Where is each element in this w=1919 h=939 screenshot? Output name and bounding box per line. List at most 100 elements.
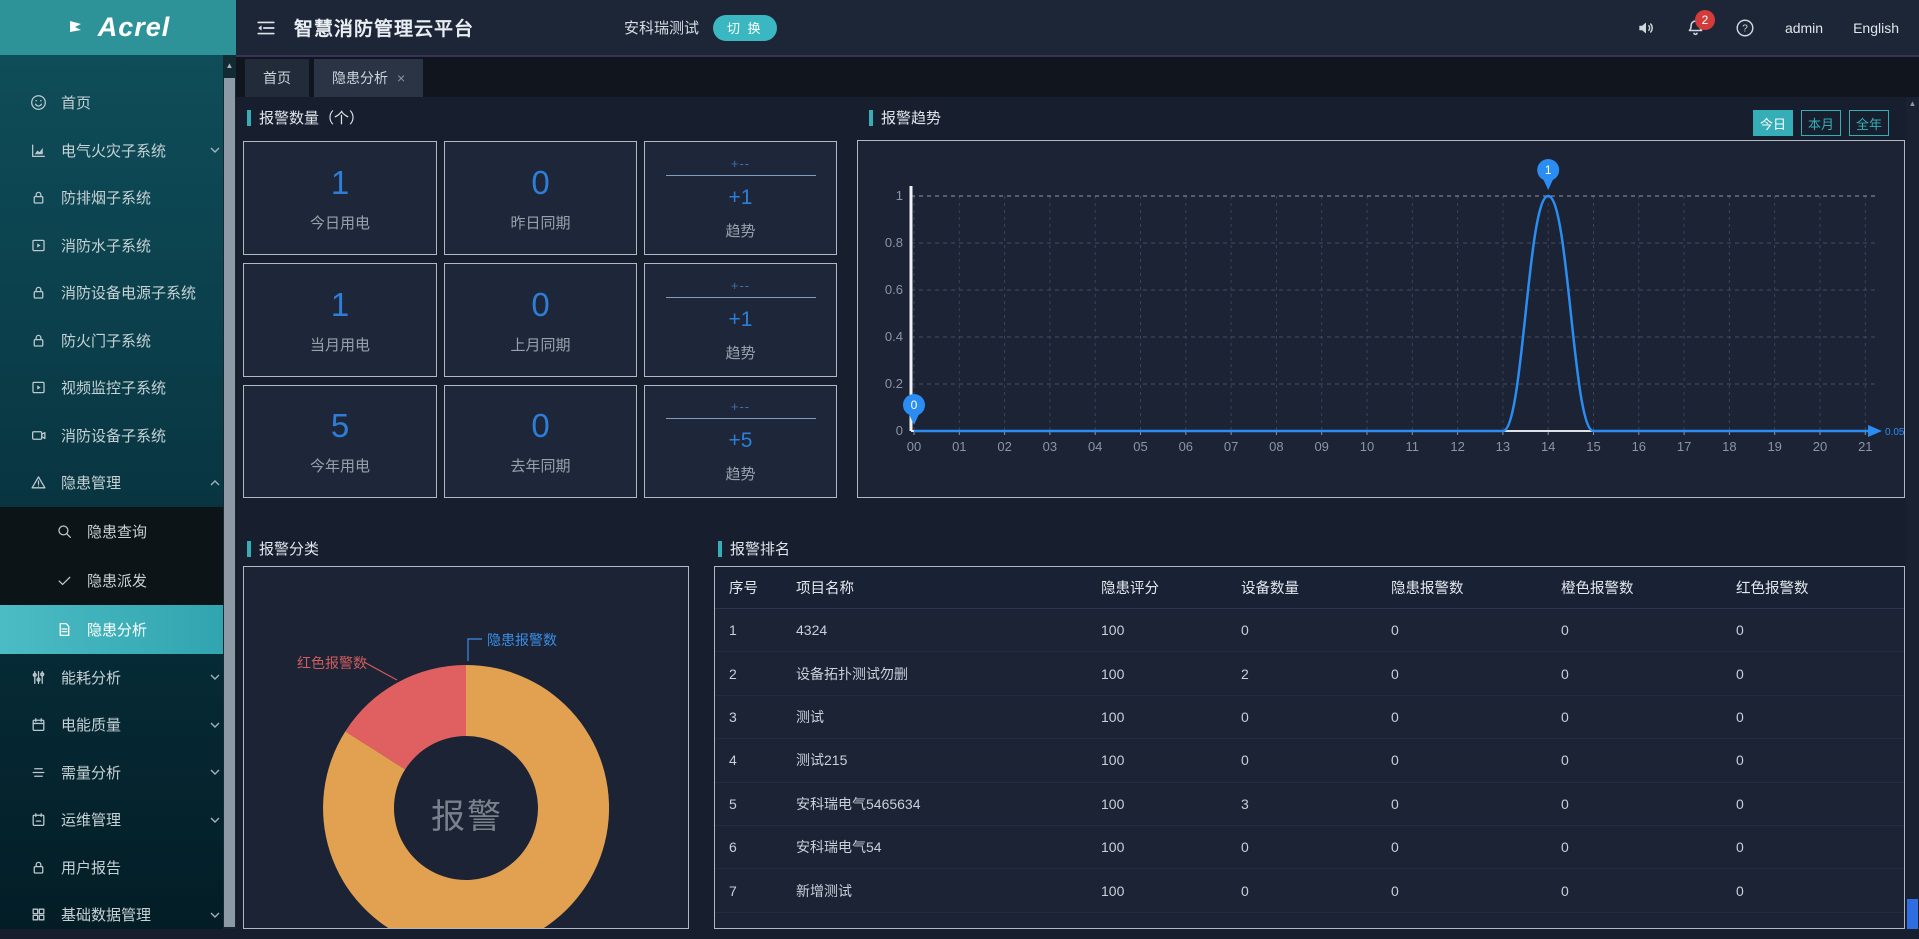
column-header: 橙色报警数 bbox=[1561, 577, 1736, 598]
table-cell: 0 bbox=[1736, 752, 1904, 768]
sidebar-item-user-report[interactable]: 用户报告 bbox=[0, 844, 236, 892]
table-cell: 100 bbox=[1101, 752, 1241, 768]
table-row[interactable]: 2设备拓扑测试勿删1002000 bbox=[715, 652, 1904, 695]
lock-icon bbox=[30, 284, 47, 301]
sidebar-item-home[interactable]: 首页 bbox=[0, 79, 236, 127]
document-icon bbox=[56, 621, 73, 638]
table-row[interactable]: 7新增测试1000000 bbox=[715, 869, 1904, 912]
table-row[interactable]: 143241000000 bbox=[715, 609, 1904, 652]
sidebar-item-hazard-management[interactable]: 隐患管理 bbox=[0, 459, 236, 507]
sidebar-item-video-monitor[interactable]: 视频监控子系统 bbox=[0, 364, 236, 412]
table-cell: 100 bbox=[1101, 839, 1241, 855]
speaker-icon[interactable] bbox=[1636, 18, 1656, 38]
sidebar-item-energy-analysis[interactable]: 能耗分析 bbox=[0, 654, 236, 702]
sidebar-item-smoke-control[interactable]: 防排烟子系统 bbox=[0, 174, 236, 222]
table-cell: 0 bbox=[1736, 666, 1904, 682]
sidebar-menu: 首页 电气火灾子系统 防排烟子系统 消防水子系统 消防设备电源子系统 防火门子系… bbox=[0, 55, 236, 939]
sliders-icon bbox=[30, 669, 47, 686]
sidebar-item-label: 首页 bbox=[61, 92, 91, 113]
switch-tenant-button[interactable]: 切 换 bbox=[713, 15, 777, 41]
table-cell: 新增测试 bbox=[796, 881, 1101, 901]
sidebar-scrollbar-thumb[interactable] bbox=[224, 78, 235, 927]
stat-card-day-trend: +-- +1 趋势 bbox=[644, 141, 837, 255]
chevron-up-icon bbox=[210, 480, 220, 486]
stat-label: 趋势 bbox=[725, 342, 755, 363]
sidebar-scrollbar[interactable]: ▲ bbox=[223, 55, 236, 929]
sidebar-item-electric-fire[interactable]: 电气火灾子系统 bbox=[0, 127, 236, 175]
sidebar-item-label: 隐患管理 bbox=[61, 472, 121, 493]
range-button-year[interactable]: 全年 bbox=[1849, 110, 1889, 136]
tab-label: 首页 bbox=[263, 68, 291, 88]
scroll-up-icon[interactable]: ▲ bbox=[223, 55, 236, 77]
sidebar-item-fire-water[interactable]: 消防水子系统 bbox=[0, 222, 236, 270]
language-switch[interactable]: English bbox=[1853, 20, 1899, 36]
menu-collapse-icon[interactable] bbox=[256, 19, 276, 37]
table-cell: 5 bbox=[729, 796, 796, 812]
table-row[interactable]: 6安科瑞电气541000000 bbox=[715, 826, 1904, 869]
table-row[interactable]: 3测试1000000 bbox=[715, 696, 1904, 739]
trend-top-text: +-- bbox=[731, 399, 750, 414]
trend-value: +1 bbox=[729, 308, 753, 332]
sidebar-item-fire-device[interactable]: 消防设备子系统 bbox=[0, 412, 236, 460]
table-cell: 0 bbox=[1391, 883, 1561, 899]
sidebar-item-demand-analysis[interactable]: 需量分析 bbox=[0, 749, 236, 797]
sidebar-item-ops-management[interactable]: 运维管理 bbox=[0, 796, 236, 844]
stat-label: 当月用电 bbox=[310, 334, 370, 355]
table-cell: 0 bbox=[1736, 709, 1904, 725]
table-cell: 0 bbox=[1391, 622, 1561, 638]
table-cell: 0 bbox=[1241, 709, 1391, 725]
column-header: 项目名称 bbox=[796, 577, 1101, 598]
svg-text:04: 04 bbox=[1088, 439, 1102, 454]
table-cell: 1 bbox=[729, 622, 796, 638]
sidebar-item-base-data[interactable]: 基础数据管理 bbox=[0, 891, 236, 939]
logo-text: Acrel bbox=[98, 12, 171, 43]
donut-center-label: 报警 bbox=[244, 789, 689, 838]
help-icon[interactable]: ? bbox=[1735, 18, 1755, 38]
content-scrollbar-thumb[interactable] bbox=[1907, 899, 1918, 929]
stat-label: 今日用电 bbox=[310, 212, 370, 233]
tab-home[interactable]: 首页 bbox=[245, 59, 309, 97]
acrel-logo-icon bbox=[66, 16, 90, 40]
close-icon[interactable]: × bbox=[397, 70, 405, 86]
sidebar-item-hazard-analysis[interactable]: 隐患分析 bbox=[0, 605, 236, 654]
svg-text:02: 02 bbox=[997, 439, 1011, 454]
tab-hazard-analysis[interactable]: 隐患分析 × bbox=[314, 59, 423, 97]
table-row[interactable]: 5安科瑞电气54656341003000 bbox=[715, 783, 1904, 826]
range-button-today[interactable]: 今日 bbox=[1753, 110, 1793, 136]
check-icon bbox=[56, 572, 73, 589]
svg-text:0.4: 0.4 bbox=[885, 329, 903, 344]
tab-bar: 首页 隐患分析 × bbox=[236, 55, 1919, 97]
trend-value: +5 bbox=[729, 429, 753, 453]
bell-icon[interactable]: 2 bbox=[1686, 18, 1705, 38]
svg-text:1: 1 bbox=[1545, 163, 1552, 177]
table-cell: 0 bbox=[1736, 839, 1904, 855]
sidebar-item-fire-door[interactable]: 防火门子系统 bbox=[0, 317, 236, 365]
svg-text:0: 0 bbox=[911, 398, 918, 412]
stat-card-today: 1 今日用电 bbox=[243, 141, 437, 255]
stat-value: 0 bbox=[531, 164, 549, 202]
sidebar-item-label: 电气火灾子系统 bbox=[61, 140, 166, 161]
trend-divider bbox=[666, 175, 816, 176]
table-cell: 3 bbox=[1241, 796, 1391, 812]
chevron-down-icon bbox=[210, 147, 220, 153]
lock-icon bbox=[30, 332, 47, 349]
trend-divider bbox=[666, 297, 816, 298]
user-menu[interactable]: admin bbox=[1785, 20, 1823, 36]
sidebar-item-label: 防火门子系统 bbox=[61, 330, 151, 351]
sidebar-item-hazard-dispatch[interactable]: 隐患派发 bbox=[0, 556, 236, 605]
svg-text:20: 20 bbox=[1813, 439, 1827, 454]
page-title: 智慧消防管理云平台 bbox=[294, 14, 474, 41]
sidebar-item-power-quality[interactable]: 电能质量 bbox=[0, 701, 236, 749]
svg-text:0: 0 bbox=[896, 423, 903, 438]
alarm-classify-section-title: 报警分类 bbox=[247, 538, 319, 559]
content-scrollbar[interactable]: ▲ bbox=[1906, 97, 1919, 929]
sidebar-item-fire-power[interactable]: 消防设备电源子系统 bbox=[0, 269, 236, 317]
chevron-down-icon bbox=[210, 769, 220, 775]
table-row[interactable]: 4测试2151000000 bbox=[715, 739, 1904, 782]
table-cell: 0 bbox=[1561, 883, 1736, 899]
scroll-up-icon[interactable]: ▲ bbox=[1906, 97, 1919, 111]
range-button-month[interactable]: 本月 bbox=[1801, 110, 1841, 136]
sidebar-item-hazard-query[interactable]: 隐患查询 bbox=[0, 507, 236, 556]
header-actions: 2 ? admin English bbox=[1636, 18, 1919, 38]
table-cell: 安科瑞电气5465634 bbox=[796, 794, 1101, 814]
